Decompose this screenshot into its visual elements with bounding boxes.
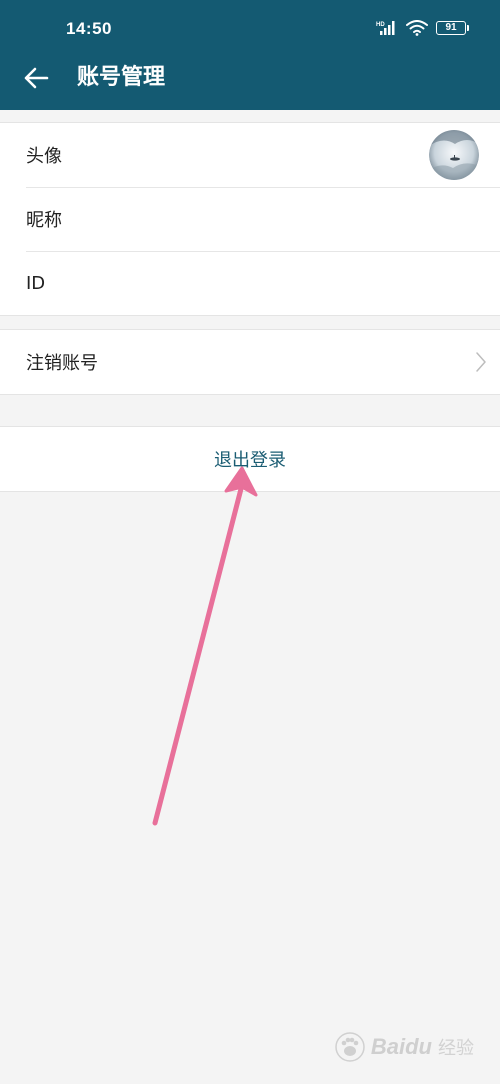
signal-icon: HD: [376, 21, 395, 35]
logout-group: 退出登录: [0, 426, 500, 492]
watermark-brand: Baidu: [370, 1034, 432, 1059]
paw-icon: [335, 1032, 365, 1062]
chevron-right-icon: [476, 352, 486, 372]
account-group: 注销账号: [0, 329, 500, 395]
profile-group: 头像 昵称 ID: [0, 122, 500, 316]
battery-icon: 91: [436, 21, 469, 35]
watermark-sub: 经验: [438, 1038, 474, 1058]
status-icons: HD 91: [376, 20, 469, 36]
watermark: Baidu 经验: [335, 1032, 474, 1062]
avatar-row[interactable]: 头像: [0, 123, 500, 187]
logout-button[interactable]: 退出登录: [0, 427, 500, 491]
deactivate-account-row[interactable]: 注销账号: [0, 330, 500, 394]
id-label: ID: [26, 272, 46, 294]
avatar-label: 头像: [26, 146, 62, 167]
battery-level: 91: [445, 22, 457, 33]
app-header: 14:50 HD 91 账号管理: [0, 0, 500, 110]
status-time: 14:50: [66, 19, 112, 38]
arrow-left-icon: [24, 67, 49, 89]
page-title: 账号管理: [77, 65, 166, 90]
network-badge: HD: [376, 22, 385, 28]
deactivate-account-label: 注销账号: [26, 353, 98, 374]
back-button[interactable]: [20, 62, 52, 94]
nickname-label: 昵称: [26, 210, 62, 231]
nickname-row[interactable]: 昵称: [0, 187, 500, 251]
avatar[interactable]: [429, 130, 479, 180]
id-row[interactable]: ID: [0, 251, 500, 315]
logout-label: 退出登录: [214, 450, 286, 471]
avatar-image: [429, 130, 479, 180]
wifi-icon: [406, 20, 428, 36]
